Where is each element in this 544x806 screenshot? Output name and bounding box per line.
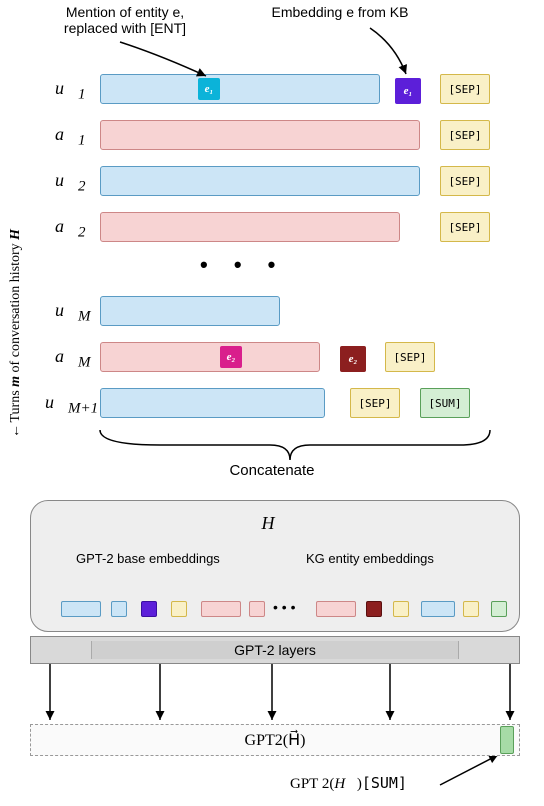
ellipsis-icon: • • • (200, 252, 285, 278)
sep-token-aM: [SEP] (385, 342, 435, 372)
emb-sq-sep2 (393, 601, 409, 617)
gpt2-layers-box: GPT-2 layers (30, 636, 520, 664)
sep-token-a2: [SEP] (440, 212, 490, 242)
gpt2-output-box: GPT2(H⃗) (30, 724, 520, 756)
entity-mention-e1: e₁ (198, 78, 220, 100)
bar-u1 (100, 74, 380, 104)
side-label-H: H (8, 229, 23, 240)
entity-embedding-e2: e₂ (340, 346, 366, 372)
sep-token-uMp1: [SEP] (350, 388, 400, 418)
emb-sq-sep3 (463, 601, 479, 617)
sep-token-u2: [SEP] (440, 166, 490, 196)
emb-sq-5 (316, 601, 356, 617)
bar-u2 (100, 166, 420, 196)
emb-sq-6 (421, 601, 455, 617)
annotation-embedding: Embedding e from KB (250, 4, 430, 20)
side-label: ← Turns m of conversation history H (8, 140, 24, 440)
emb-sq-4 (249, 601, 265, 617)
gpt2-base-label: GPT-2 base embeddings (76, 551, 220, 566)
sep-token-a1: [SEP] (440, 120, 490, 150)
bar-uM (100, 296, 280, 326)
bar-aM (100, 342, 320, 372)
entity-e2-emb-label: e₂ (349, 353, 358, 365)
row-label-uMp1: u⃗M+1 (45, 392, 98, 418)
entity-e1-emb-label: e₁ (404, 85, 413, 97)
entity-embedding-e1: e₁ (395, 78, 421, 104)
kg-entity-label: KG entity embeddings (306, 551, 434, 566)
emb-sq-sum (491, 601, 507, 617)
side-label-prefix: Turns (8, 387, 23, 423)
emb-sq-sep1 (171, 601, 187, 617)
annotation-mention: Mention of entity e, replaced with [ENT] (30, 4, 220, 36)
emb-sq-e1 (141, 601, 157, 617)
row-label-uM: u⃗M (55, 300, 91, 326)
emb-sq-1 (61, 601, 101, 617)
concatenate-label: Concatenate (0, 462, 544, 479)
emb-sq-e2 (366, 601, 382, 617)
side-label-suffix: of conversation history (8, 240, 23, 376)
entity-mention-e2: e₂ (220, 346, 242, 368)
bar-uMp1 (100, 388, 325, 418)
gpt2-output-label: GPT2(H⃗) (245, 730, 306, 750)
row-label-a2: a⃗2 (55, 216, 86, 242)
encoder-H-label: H⃗ (39, 513, 511, 534)
row-label-u1: u⃗1 (55, 78, 86, 104)
side-label-m: m (8, 376, 23, 387)
bar-a1 (100, 120, 420, 150)
entity-e1-label: e₁ (205, 83, 214, 95)
bar-a2 (100, 212, 400, 242)
gpt2-layers-label: GPT-2 layers (234, 642, 316, 658)
gpt2-sum-chip (500, 726, 514, 754)
emb-dots: • • • (273, 599, 295, 615)
entity-e2-label: e₂ (227, 351, 236, 363)
sum-token: [SUM] (420, 388, 470, 418)
row-label-a1: a⃗1 (55, 124, 86, 150)
gpt2-sum-pointer-label: GPT 2(H⃗)[SUM] (290, 774, 407, 793)
emb-sq-3 (201, 601, 241, 617)
emb-sq-2 (111, 601, 127, 617)
row-label-aM: a⃗M (55, 346, 91, 372)
row-label-u2: u⃗2 (55, 170, 86, 196)
encoder-box: H⃗ GPT-2 base embeddings KG entity embed… (30, 500, 520, 632)
sep-token-u1: [SEP] (440, 74, 490, 104)
